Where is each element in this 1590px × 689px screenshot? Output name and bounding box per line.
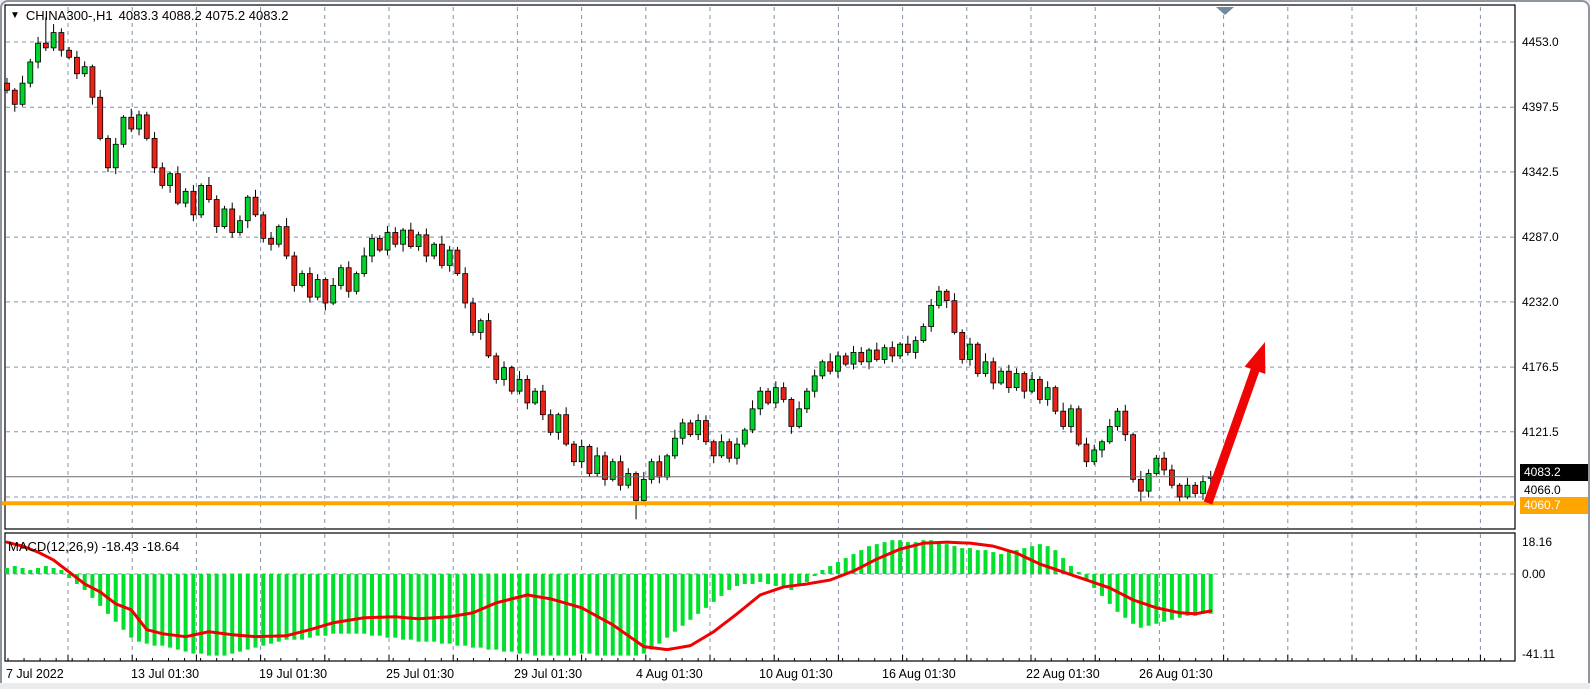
time-axis-label: 22 Aug 01:30 <box>1026 667 1100 681</box>
chart-shift-marker[interactable] <box>1216 7 1234 15</box>
chart-canvas[interactable] <box>2 2 1588 685</box>
time-axis-label: 19 Jul 01:30 <box>259 667 327 681</box>
time-axis-label: 4 Aug 01:30 <box>636 667 703 681</box>
price-axis-label: 4121.5 <box>1522 425 1559 439</box>
support-price-tag[interactable]: 4060.7 <box>1520 497 1590 514</box>
price-axis-label: 4287.0 <box>1522 230 1559 244</box>
macd-indicator-label: MACD(12,26,9) -18.43 -18.64 <box>8 539 179 554</box>
time-axis-label: 13 Jul 01:30 <box>131 667 199 681</box>
price-axis-label: 4232.0 <box>1522 295 1559 309</box>
price-axis-label: 4176.5 <box>1522 360 1559 374</box>
chart-window: ▼ CHINA300-,H1 4083.3 4088.2 4075.2 4083… <box>0 0 1590 687</box>
macd-axis-label: 0.00 <box>1522 567 1545 581</box>
time-axis-label: 10 Aug 01:30 <box>759 667 833 681</box>
price-axis-label-4066: 4066.0 <box>1524 483 1561 497</box>
symbol-period-label: CHINA300-,H1 <box>26 8 113 23</box>
time-axis-label: 25 Jul 01:30 <box>386 667 454 681</box>
time-axis-label: 16 Aug 01:30 <box>882 667 956 681</box>
symbol-dropdown-icon[interactable]: ▼ <box>10 11 20 21</box>
time-axis-label: 29 Jul 01:30 <box>514 667 582 681</box>
macd-axis-label: 18.16 <box>1522 535 1552 549</box>
trend-arrow[interactable] <box>1208 342 1265 503</box>
current-price-tag: 4083.2 <box>1520 464 1590 481</box>
macd-axis-label: -41.11 <box>1522 647 1555 661</box>
price-axis-label: 4397.5 <box>1522 100 1559 114</box>
time-axis-label: 7 Jul 2022 <box>6 667 64 681</box>
time-axis-label: 26 Aug 01:30 <box>1139 667 1213 681</box>
chart-title: ▼ CHINA300-,H1 4083.3 4088.2 4075.2 4083… <box>10 8 289 23</box>
price-axis-label: 4342.5 <box>1522 165 1559 179</box>
price-axis-label: 4453.0 <box>1522 35 1559 49</box>
status-strip <box>0 683 1590 689</box>
ohlc-values: 4083.3 4088.2 4075.2 4083.2 <box>119 8 289 23</box>
